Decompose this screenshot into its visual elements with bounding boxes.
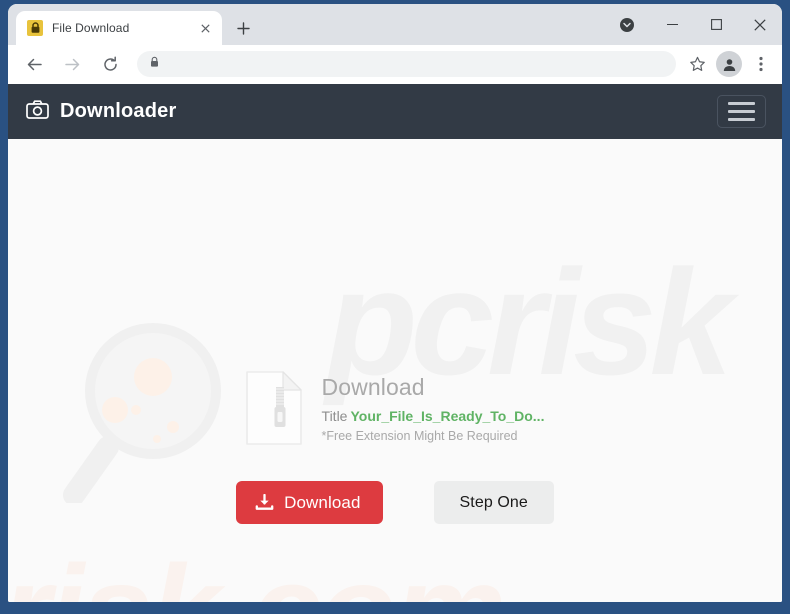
lock-icon [149, 55, 160, 73]
step-one-button[interactable]: Step One [433, 481, 554, 524]
page-content: pcrisk risk.com Download [8, 139, 782, 602]
hamburger-menu-icon[interactable] [717, 95, 766, 128]
reload-button[interactable] [95, 49, 125, 79]
browser-window: File Download Downloader pcrisk Download… [8, 4, 782, 602]
profile-avatar-icon[interactable] [716, 51, 742, 77]
reload-icon [103, 55, 117, 71]
padlock-icon [27, 20, 43, 36]
bookmark-button[interactable] [683, 50, 711, 78]
browser-toolbar [8, 45, 782, 84]
forward-arrow-icon [64, 58, 79, 70]
page-viewport: Downloader pcrisk Download Title Your_Fi… [8, 84, 782, 602]
address-bar[interactable] [137, 51, 676, 77]
camera-icon [26, 99, 49, 124]
download-info: Download Title Your_File_Is_Ready_To_Do..… [245, 371, 545, 445]
minimize-icon [666, 23, 678, 26]
maximize-icon [710, 19, 722, 30]
site-brand-title: Downloader [60, 100, 177, 122]
browser-tab[interactable]: File Download [16, 11, 222, 45]
back-arrow-icon [27, 58, 42, 70]
download-text-block: Download Title Your_File_Is_Ready_To_Do..… [322, 372, 545, 445]
maximize-button[interactable] [694, 9, 738, 41]
close-window-button[interactable] [738, 9, 782, 41]
close-icon[interactable] [196, 19, 214, 37]
download-arrow-icon [255, 493, 274, 510]
back-button[interactable] [19, 49, 49, 79]
three-dot-menu-icon[interactable] [747, 50, 775, 78]
download-card: Download Title Your_File_Is_Ready_To_Do..… [8, 371, 782, 524]
download-note: *Free Extension Might Be Required [321, 429, 518, 444]
download-heading: Download [321, 373, 425, 400]
star-icon [689, 56, 705, 71]
download-button[interactable]: Download [236, 481, 383, 524]
plus-icon [236, 21, 250, 35]
new-tab-button[interactable] [229, 14, 257, 42]
close-icon [754, 18, 766, 31]
forward-button[interactable] [57, 49, 87, 79]
action-row: Download Step One [236, 481, 554, 524]
tab-search-chevron-icon[interactable] [612, 10, 642, 40]
download-title-line: Title Your_File_Is_Ready_To_Do... [322, 408, 545, 425]
tab-strip: File Download [8, 4, 782, 45]
hamburger-bar [728, 118, 755, 121]
zip-file-icon [245, 371, 302, 445]
download-filename: Your_File_Is_Ready_To_Do... [350, 407, 545, 424]
riskcom-watermark-bottom: risk.com [8, 547, 506, 603]
minimize-button[interactable] [650, 9, 694, 41]
tab-title: File Download [52, 21, 130, 35]
window-controls [612, 4, 782, 45]
hamburger-bar [728, 110, 755, 113]
hamburger-bar [728, 102, 755, 105]
download-title-label: Title [321, 407, 348, 424]
download-button-label: Download [284, 492, 361, 512]
site-navbar: Downloader [8, 84, 782, 139]
site-brand[interactable]: Downloader [26, 99, 177, 124]
